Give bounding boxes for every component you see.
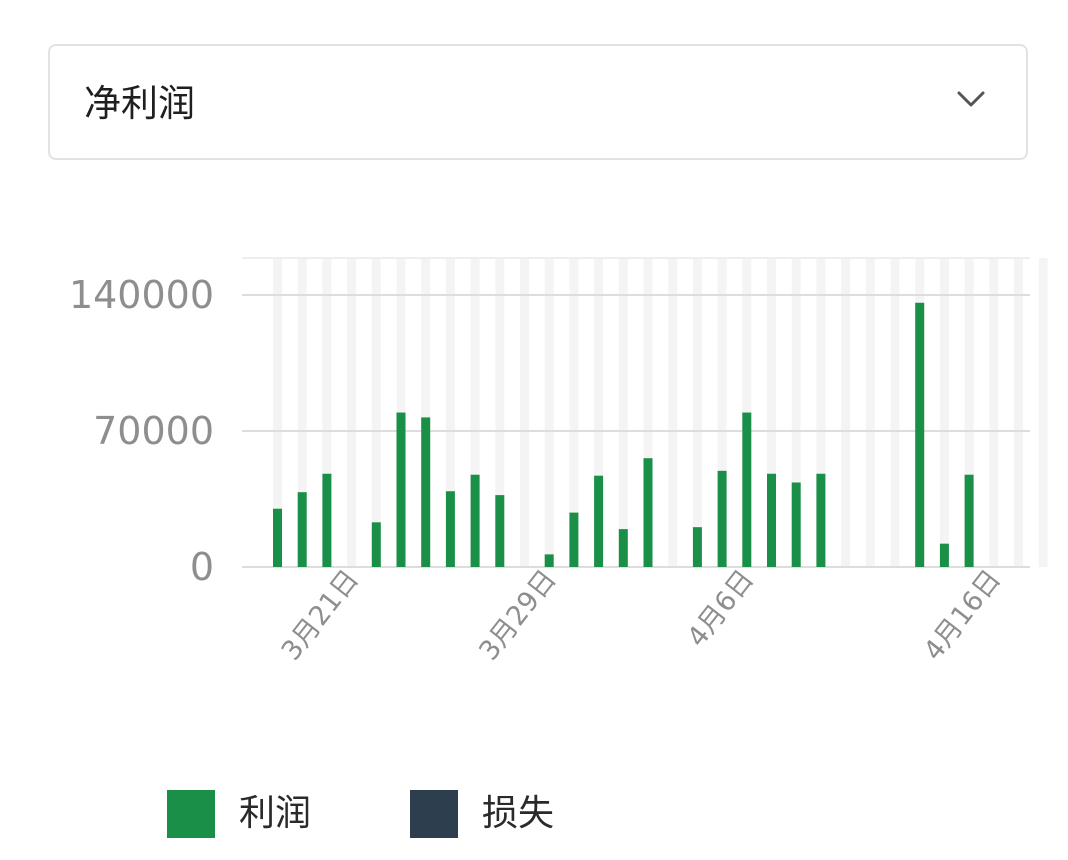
profit-bar[interactable]: [396, 412, 406, 567]
profit-bar[interactable]: [445, 491, 455, 567]
profit-bar[interactable]: [742, 412, 752, 567]
column-stripe: [841, 258, 851, 567]
profit-bar[interactable]: [618, 529, 628, 567]
profit-bar[interactable]: [322, 473, 332, 567]
x-tick-label: 3月29日: [473, 564, 562, 666]
y-tick-label: 0: [190, 545, 214, 589]
y-axis-ticks: 0 70000 140000: [69, 273, 214, 589]
legend-label-profit: 利润: [239, 793, 312, 834]
profit-bar[interactable]: [939, 543, 949, 567]
x-tick-label: 3月21日: [276, 564, 365, 666]
gridlines: [242, 257, 1030, 568]
metric-dropdown[interactable]: 净利润: [48, 44, 1028, 160]
column-stripe: [989, 258, 999, 567]
column-stripe: [1014, 258, 1023, 567]
profit-bar[interactable]: [297, 492, 307, 567]
column-stripe: [668, 258, 678, 567]
profit-bar[interactable]: [594, 475, 604, 567]
profit-bar[interactable]: [915, 302, 925, 567]
profit-bar[interactable]: [273, 508, 282, 567]
column-stripe: [890, 258, 900, 567]
chevron-down-icon: [957, 91, 985, 107]
legend-swatch-loss: [410, 790, 458, 838]
legend-swatch-profit: [167, 790, 215, 838]
column-stripe: [371, 258, 381, 567]
x-tick-label: 4月16日: [918, 564, 1007, 666]
column-stripe: [1038, 258, 1048, 567]
x-axis-ticks: 3月21日 3月29日 4月6日 4月16日: [276, 564, 1008, 666]
y-tick-label: 70000: [93, 409, 214, 453]
profit-bar[interactable]: [643, 458, 653, 567]
column-stripe: [865, 258, 875, 567]
profit-bar[interactable]: [544, 554, 554, 567]
profit-bar[interactable]: [816, 473, 826, 567]
profit-bar[interactable]: [569, 512, 579, 567]
column-stripe: [618, 258, 628, 567]
profit-bar[interactable]: [470, 474, 480, 567]
metric-dropdown-value: 净利润: [84, 82, 195, 125]
column-stripes: [273, 258, 1048, 567]
profit-bar[interactable]: [717, 470, 727, 567]
column-stripe: [939, 258, 949, 567]
profit-bar[interactable]: [964, 474, 974, 567]
column-stripe: [347, 258, 357, 567]
legend-label-loss: 损失: [482, 793, 555, 834]
profit-bar[interactable]: [791, 482, 801, 567]
profit-bar[interactable]: [495, 495, 505, 567]
column-stripe: [520, 258, 529, 567]
profit-bar[interactable]: [371, 522, 381, 567]
profit-bar[interactable]: [767, 473, 776, 567]
column-stripe: [544, 258, 554, 567]
profit-loss-bar-chart: 0 70000 140000 3月21日 3月29日 4月6日 4月16日: [69, 257, 1048, 666]
column-stripe: [692, 258, 702, 567]
profit-bar[interactable]: [421, 417, 431, 567]
y-tick-label: 140000: [69, 273, 214, 317]
x-tick-label: 4月6日: [681, 564, 760, 653]
profit-bar[interactable]: [692, 527, 702, 567]
